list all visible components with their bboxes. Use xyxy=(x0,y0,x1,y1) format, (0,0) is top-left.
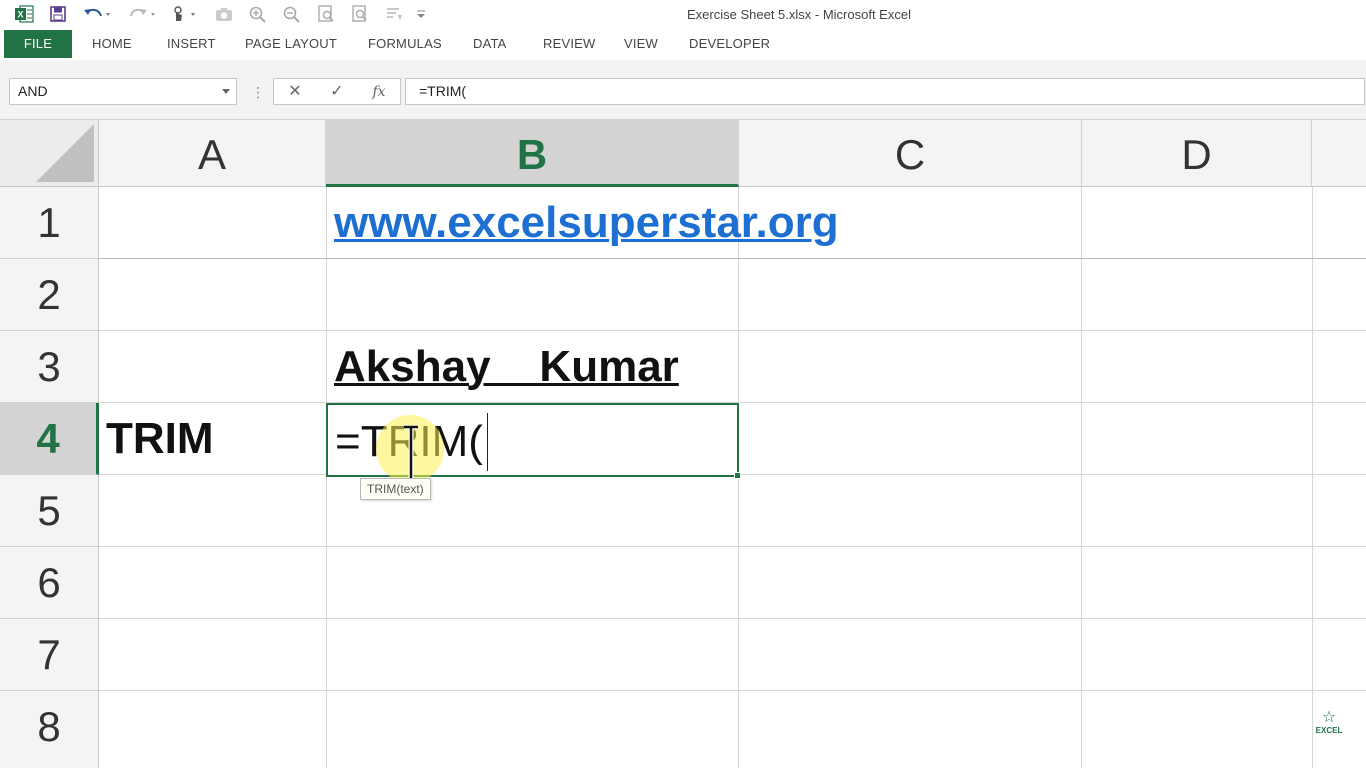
tab-data[interactable]: DATA xyxy=(473,30,507,58)
star-icon: ☆ xyxy=(1321,709,1337,726)
title-bar: X Exercise Sheet 5.xlsx - Microsoft Exce… xyxy=(0,0,1366,30)
worksheet-grid: A B C D 1 2 3 4 5 6 7 8 www.excelsuperst… xyxy=(0,120,1366,768)
enter-icon[interactable]: ✓ xyxy=(322,80,352,104)
row-header-7[interactable]: 7 xyxy=(0,619,99,691)
name-box-value: AND xyxy=(18,83,48,99)
function-tooltip[interactable]: TRIM(text) xyxy=(360,478,431,500)
column-header-e[interactable] xyxy=(1312,120,1366,187)
tab-formulas[interactable]: FORMULAS xyxy=(368,30,442,58)
row-header-4[interactable]: 4 xyxy=(0,403,99,475)
tab-home[interactable]: HOME xyxy=(92,30,132,58)
gridline xyxy=(99,330,1366,331)
cell-a4[interactable]: TRIM xyxy=(106,403,214,475)
select-all-triangle-icon xyxy=(36,124,94,182)
gridline xyxy=(326,187,327,768)
formula-bar-grip-icon[interactable]: ⋮ xyxy=(251,84,265,101)
row-header-8[interactable]: 8 xyxy=(0,691,99,768)
tab-review[interactable]: REVIEW xyxy=(543,30,595,58)
formula-bar-area: AND ⋮ ✕ ✓ fx =TRIM( xyxy=(0,60,1366,120)
row-header-3[interactable]: 3 xyxy=(0,331,99,403)
column-header-c[interactable]: C xyxy=(739,120,1082,187)
select-all-button[interactable] xyxy=(0,120,99,187)
tab-file[interactable]: FILE xyxy=(4,30,72,58)
fill-handle[interactable] xyxy=(734,472,741,479)
gridline xyxy=(1312,187,1313,768)
row-header-5[interactable]: 5 xyxy=(0,475,99,547)
gridline xyxy=(99,546,1366,547)
formula-input[interactable]: =TRIM( xyxy=(405,78,1365,105)
ribbon-tabs: FILE HOME INSERT PAGE LAYOUT FORMULAS DA… xyxy=(0,30,1366,60)
tab-developer[interactable]: DEVELOPER xyxy=(689,30,770,58)
column-header-b[interactable]: B xyxy=(326,120,739,187)
formula-buttons: ✕ ✓ fx xyxy=(273,78,401,105)
cell-b1-hyperlink[interactable]: www.excelsuperstar.org xyxy=(334,187,839,259)
column-header-a[interactable]: A xyxy=(99,120,326,187)
gridline xyxy=(1081,187,1082,768)
insert-function-icon[interactable]: fx xyxy=(364,80,394,104)
row-header-6[interactable]: 6 xyxy=(0,547,99,619)
name-box[interactable]: AND xyxy=(9,78,237,105)
excel-superstar-logo: ☆ EXCEL xyxy=(1309,710,1349,746)
tab-view[interactable]: VIEW xyxy=(624,30,658,58)
window-title: Exercise Sheet 5.xlsx - Microsoft Excel xyxy=(687,7,911,22)
tab-insert[interactable]: INSERT xyxy=(167,30,216,58)
text-caret xyxy=(487,413,488,471)
gridline xyxy=(99,618,1366,619)
chevron-down-icon[interactable] xyxy=(222,89,230,94)
watermark-label: EXCEL xyxy=(1315,726,1343,735)
row-header-1[interactable]: 1 xyxy=(0,187,99,259)
tab-page-layout[interactable]: PAGE LAYOUT xyxy=(245,30,337,58)
cell-b3[interactable]: Akshay Kumar xyxy=(334,331,679,403)
row-header-2[interactable]: 2 xyxy=(0,259,99,331)
cancel-icon[interactable]: ✕ xyxy=(280,80,310,104)
column-header-d[interactable]: D xyxy=(1082,120,1312,187)
gridline xyxy=(99,690,1366,691)
